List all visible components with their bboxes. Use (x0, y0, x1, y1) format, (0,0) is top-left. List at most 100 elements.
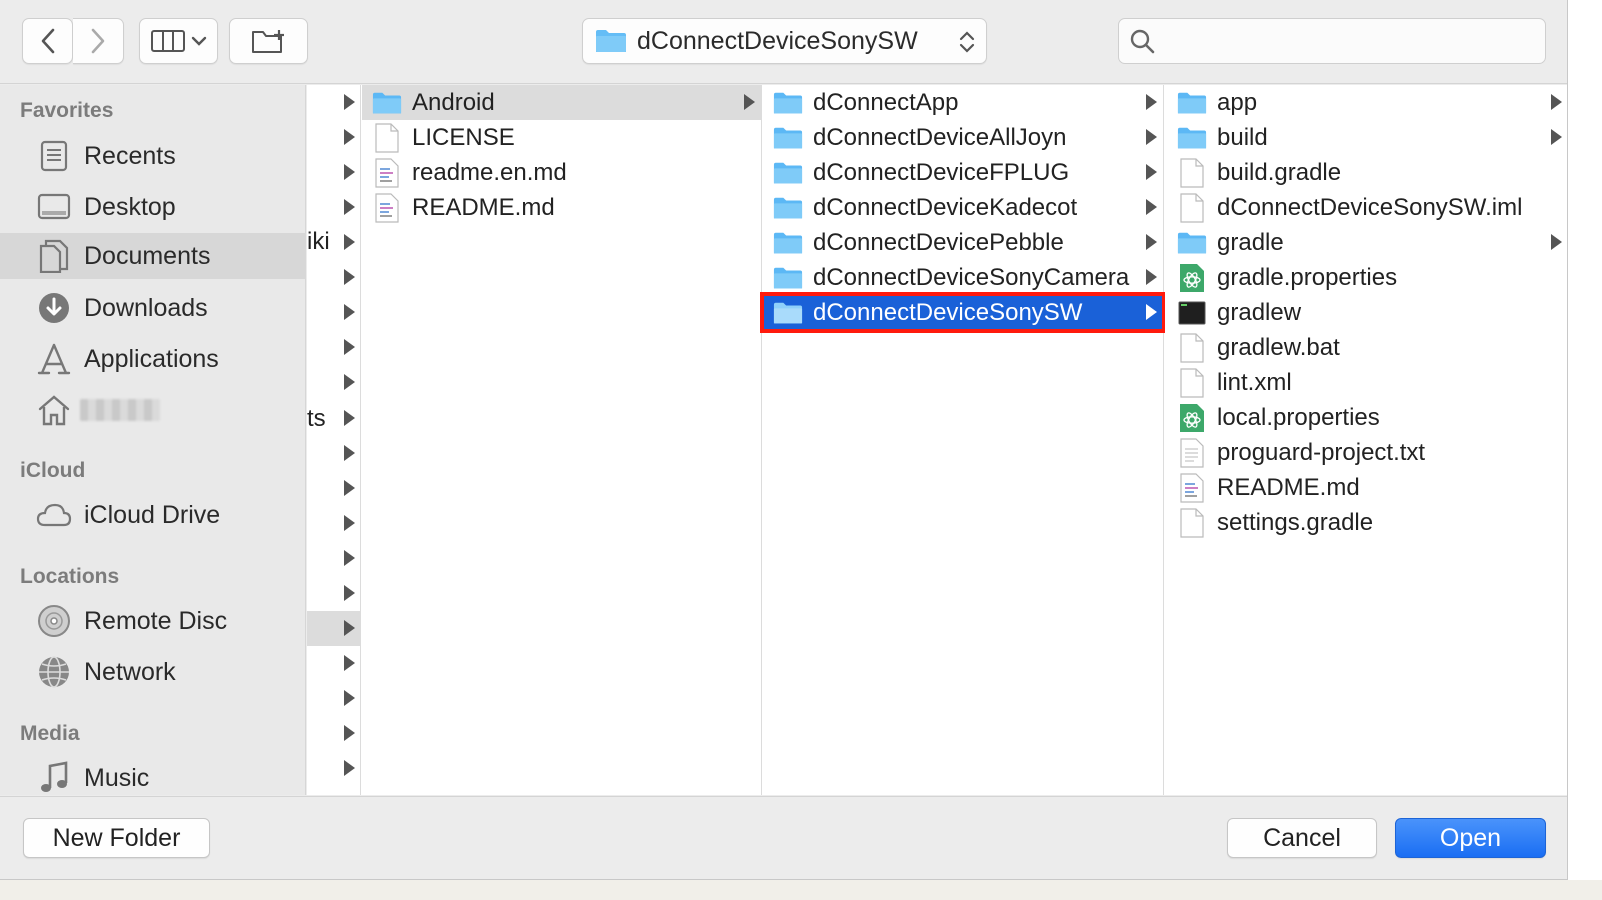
item-name: readme.en.md (412, 158, 567, 186)
sidebar-item-label: Music (84, 763, 150, 792)
list-item[interactable]: LICENSE (362, 120, 761, 155)
forward-button[interactable] (73, 18, 124, 64)
file-icon (1177, 192, 1207, 223)
folder-icon (773, 263, 803, 293)
folder-icon (1177, 228, 1207, 258)
chevron-right-icon (91, 28, 105, 54)
network-icon (36, 654, 72, 690)
item-name: README.md (1217, 473, 1360, 501)
cloud-icon (36, 497, 72, 533)
list-item[interactable]: gradlew.bat (1165, 330, 1567, 365)
list-item[interactable]: settings.gradle (1165, 505, 1567, 540)
list-item[interactable]: dConnectDevicePebble (763, 225, 1163, 260)
sidebar-section-locations: Locations (20, 565, 120, 588)
list-item[interactable]: dConnectDeviceAllJoyn (763, 120, 1163, 155)
list-item[interactable]: gradle (1165, 225, 1567, 260)
folder-icon (773, 88, 803, 118)
item-name: dConnectDeviceFPLUG (813, 158, 1070, 186)
list-item[interactable]: gradlew (1165, 295, 1567, 330)
folder-icon (1177, 88, 1207, 118)
sidebar-section-media: Media (20, 722, 80, 745)
item-name: dConnectDevicePebble (813, 228, 1064, 256)
new-folder-toolbar-button[interactable] (229, 18, 308, 64)
list-item[interactable]: dConnectDeviceSonySW.iml (1165, 190, 1567, 225)
sidebar-item-downloads[interactable]: Downloads (0, 285, 306, 331)
folder-icon (773, 158, 803, 188)
item-name: dConnectDeviceAllJoyn (813, 123, 1067, 151)
sidebar-item-label: Desktop (84, 192, 176, 221)
disclosure-arrow (1146, 304, 1157, 320)
column-parent: iki ts (307, 85, 361, 795)
folder-icon (773, 193, 803, 223)
list-item[interactable]: app (1165, 85, 1567, 120)
back-button[interactable] (22, 18, 73, 64)
list-item[interactable]: build.gradle (1165, 155, 1567, 190)
item-name: dConnectDeviceKadecot (813, 193, 1078, 221)
text-file-icon (372, 192, 402, 223)
search-field[interactable] (1118, 18, 1546, 64)
list-item[interactable]: proguard-project.txt (1165, 435, 1567, 470)
disclosure-arrow (1146, 129, 1157, 145)
toolbar: dConnectDeviceSonySW (0, 0, 1567, 84)
folder-icon (372, 88, 402, 118)
home-icon (36, 392, 72, 428)
sidebar-item-applications[interactable]: Applications (0, 336, 306, 382)
item-name: dConnectApp (813, 88, 959, 116)
file-icon (1177, 367, 1207, 398)
new-folder-button[interactable]: New Folder (23, 818, 210, 858)
list-item[interactable]: build (1165, 120, 1567, 155)
item-name: gradle (1217, 228, 1284, 256)
folder-icon (1177, 123, 1207, 153)
sidebar-item-network[interactable]: Network (0, 649, 306, 695)
disclosure-arrow (1146, 269, 1157, 285)
open-button[interactable]: Open (1395, 818, 1546, 858)
sidebar-item-icloud-drive[interactable]: iCloud Drive (0, 492, 306, 538)
background-window-strip (0, 880, 1602, 900)
item-name: proguard-project.txt (1217, 438, 1426, 466)
applications-icon (36, 341, 72, 377)
item-name: dConnectDeviceSonySW.iml (1217, 193, 1523, 221)
list-item[interactable]: dConnectApp (763, 85, 1163, 120)
list-item[interactable]: gradle.properties (1165, 260, 1567, 295)
sidebar-item-recents[interactable]: Recents (0, 133, 306, 179)
cancel-button[interactable]: Cancel (1227, 818, 1377, 858)
updown-chevron-icon (959, 31, 975, 53)
sidebar-item-desktop[interactable]: Desktop (0, 184, 306, 230)
disc-icon (36, 603, 72, 639)
chevron-down-icon (191, 36, 206, 46)
list-item[interactable]: Android (362, 85, 761, 120)
path-popup-label: dConnectDeviceSonySW (637, 26, 918, 55)
item-name: local.properties (1217, 403, 1380, 431)
list-item[interactable]: README.md (1165, 470, 1567, 505)
list-item[interactable]: readme.en.md (362, 155, 761, 190)
columns-view-icon (150, 30, 185, 52)
disclosure-arrow (1551, 129, 1562, 145)
desktop-icon (36, 189, 72, 225)
view-mode-button[interactable] (139, 18, 218, 64)
item-name: build.gradle (1217, 158, 1342, 186)
disclosure-arrow (1551, 234, 1562, 250)
list-item[interactable]: dConnectDeviceKadecot (763, 190, 1163, 225)
disclosure-arrow (1146, 164, 1157, 180)
item-name: app (1217, 88, 1258, 116)
column-1: Android LICENSE readme.en.md README.md (362, 85, 762, 795)
sidebar-item-remote-disc[interactable]: Remote Disc (0, 598, 306, 644)
item-name: build (1217, 123, 1268, 151)
sidebar-item-home[interactable] (0, 387, 306, 433)
list-item[interactable]: dConnectDeviceFPLUG (763, 155, 1163, 190)
column-3: app build build.gradle dConnectDeviceSon… (1165, 85, 1567, 795)
list-item[interactable]: local.properties (1165, 400, 1567, 435)
sidebar-item-label: Recents (84, 141, 176, 170)
terminal-exec-icon (1177, 298, 1207, 328)
sidebar-item-documents[interactable]: Documents (0, 233, 306, 279)
list-item[interactable]: lint.xml (1165, 365, 1567, 400)
sidebar-item-label: iCloud Drive (84, 500, 221, 529)
sidebar-item-music[interactable]: Music (0, 755, 306, 801)
search-icon (1130, 29, 1155, 54)
file-icon (1177, 157, 1207, 188)
list-item-selected[interactable]: dConnectDeviceSonySW (760, 292, 1166, 333)
folder-icon (773, 228, 803, 258)
path-popup-button[interactable]: dConnectDeviceSonySW (582, 18, 987, 64)
list-item[interactable]: README.md (362, 190, 761, 225)
list-item[interactable]: dConnectDeviceSonyCamera (763, 260, 1163, 295)
